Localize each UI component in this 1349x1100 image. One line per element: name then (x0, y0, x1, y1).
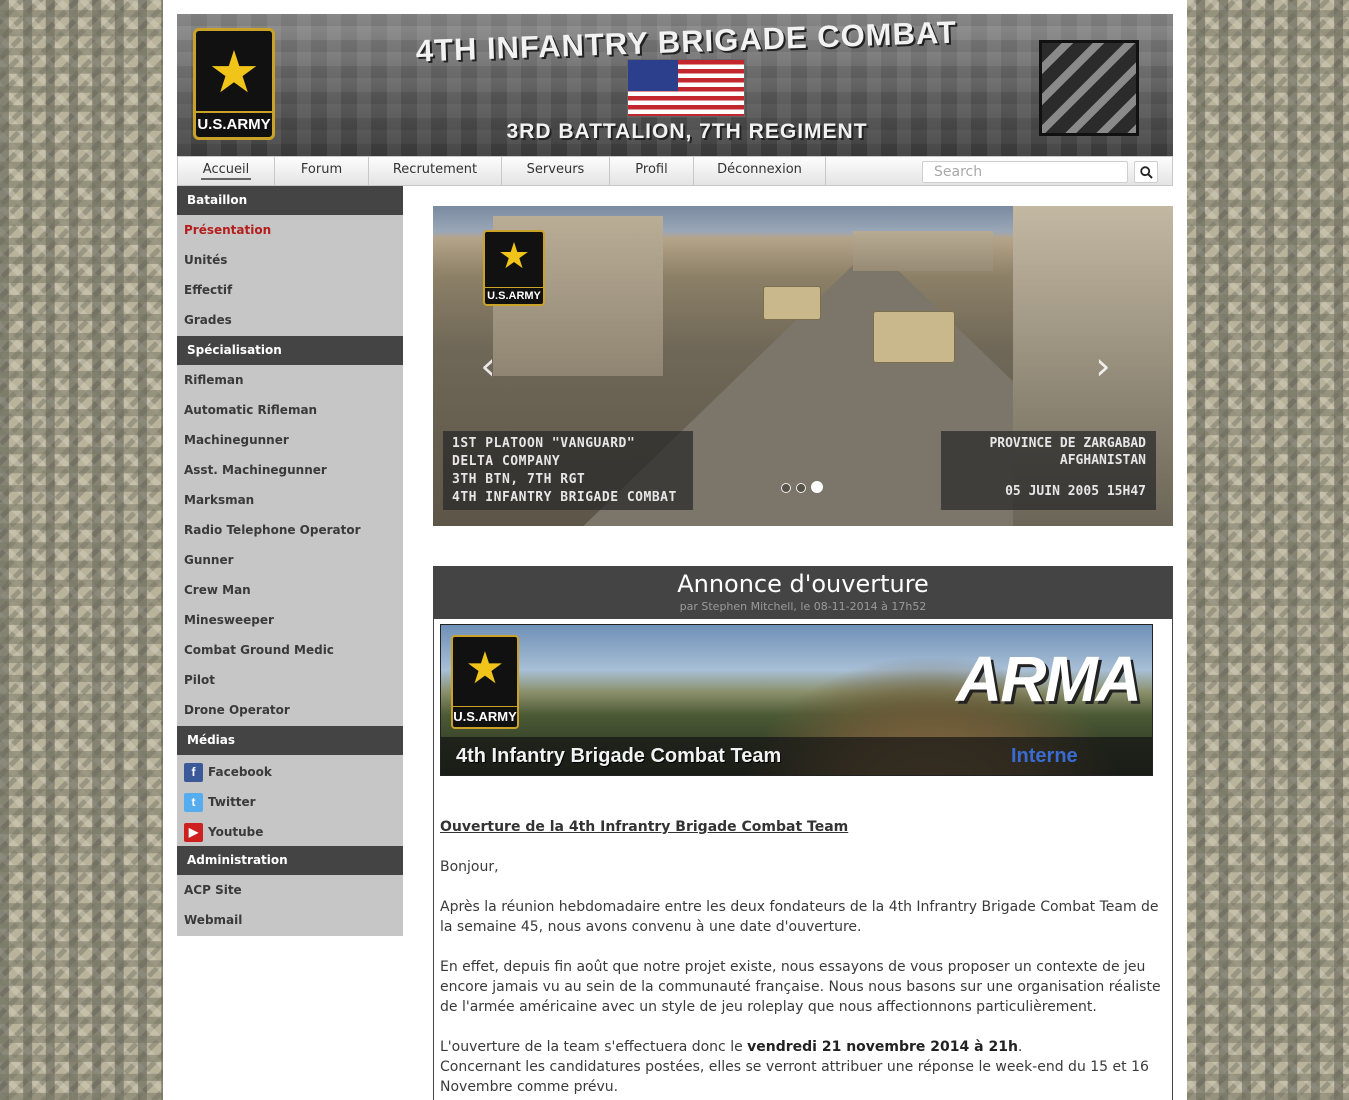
division-patch-icon (1039, 40, 1139, 136)
sidebar-item-presentation[interactable]: Présentation (184, 220, 271, 240)
caption-line: 1ST PLATOON "VANGUARD" (452, 436, 636, 451)
sidebar: Bataillon Présentation Unités Effectif G… (177, 186, 403, 936)
sidebar-section-specialisation: Spécialisation (177, 336, 403, 365)
sidebar-item-pilot[interactable]: Pilot (184, 670, 215, 690)
sidebar-item-rifleman[interactable]: Rifleman (184, 370, 244, 390)
sidebar-item-acp-site[interactable]: ACP Site (184, 880, 242, 900)
sidebar-item-machinegunner[interactable]: Machinegunner (184, 430, 289, 450)
sidebar-item-marksman[interactable]: Marksman (184, 490, 254, 510)
army-star-icon: ★ (465, 643, 505, 694)
sidebar-item-label: Twitter (208, 795, 256, 809)
post-banner-image: ★ U.S.ARMY ARMA 4th Infantry Brigade Com… (440, 624, 1153, 776)
sidebar-item-twitter[interactable]: t Twitter (184, 792, 256, 812)
sidebar-item-gunner[interactable]: Gunner (184, 550, 234, 570)
army-star-icon: ★ (208, 38, 260, 106)
slide-caption-right: PROVINCE DE ZARGABAD AFGHANISTAN 05 JUIN… (941, 431, 1156, 510)
sidebar-item-effectif[interactable]: Effectif (184, 280, 232, 300)
slider-pagination (781, 478, 828, 497)
date-text: L'ouverture de la team s'effectuera donc… (440, 1039, 748, 1055)
slide-army-logo: ★ U.S.ARMY (483, 230, 545, 306)
nav-accueil[interactable]: Accueil (178, 157, 275, 185)
facebook-icon: f (184, 763, 203, 782)
date-text-end: . (1017, 1039, 1023, 1055)
post-header: Annonce d'ouverture par Stephen Mitchell… (434, 567, 1172, 619)
post-paragraph: Concernant les candidatures postées, ell… (440, 1059, 1149, 1095)
caption-line: DELTA COMPANY (452, 454, 561, 469)
banner-logo-text: U.S.ARMY (453, 706, 517, 724)
nav-serveurs[interactable]: Serveurs (502, 157, 610, 185)
page-container: ★ U.S.ARMY 4TH INFANTRY BRIGADE COMBAT T… (163, 0, 1187, 1100)
nav-label: Accueil (200, 162, 252, 180)
nav-forum[interactable]: Forum (275, 157, 369, 185)
search-icon (1140, 166, 1153, 179)
slide-logo-text: U.S.ARMY (485, 287, 543, 302)
nav-recrutement[interactable]: Recrutement (369, 157, 502, 185)
search-button[interactable] (1134, 161, 1158, 183)
slider-next-arrow-icon[interactable]: › (1088, 346, 1118, 386)
sidebar-item-drone-operator[interactable]: Drone Operator (184, 700, 290, 720)
nav-label: Recrutement (392, 162, 478, 177)
arma-logo: ARMA (956, 643, 1142, 715)
slider-dot-active[interactable] (811, 481, 823, 493)
twitter-icon: t (184, 793, 203, 812)
post-paragraph: En effet, depuis fin août que notre proj… (440, 959, 1161, 1015)
caption-line: AFGHANISTAN (1059, 453, 1146, 468)
humvee-vehicle (763, 286, 821, 320)
sidebar-item-youtube[interactable]: ▶ Youtube (184, 822, 263, 842)
sidebar-item-asst-machinegunner[interactable]: Asst. Machinegunner (184, 460, 327, 480)
post-body: Ouverture de la 4th Infrantry Brigade Co… (440, 817, 1164, 1097)
nav-label: Serveurs (526, 162, 585, 177)
caption-line: 05 JUIN 2005 15H47 (1005, 484, 1146, 499)
caption-line: 3TH BTN, 7TH RGT (452, 472, 586, 487)
post-heading: Ouverture de la 4th Infrantry Brigade Co… (440, 819, 849, 835)
post-meta: par Stephen Mitchell, le 08-11-2014 à 17… (679, 600, 927, 613)
banner-army-logo: ★ U.S.ARMY (451, 635, 519, 729)
sidebar-section-bataillon: Bataillon (177, 186, 403, 215)
slider-dot[interactable] (796, 483, 806, 493)
sidebar-item-combat-ground-medic[interactable]: Combat Ground Medic (184, 640, 334, 660)
sidebar-item-radio-telephone-operator[interactable]: Radio Telephone Operator (184, 520, 361, 540)
sidebar-item-crew-man[interactable]: Crew Man (184, 580, 251, 600)
banner-tag: Interne (1011, 745, 1078, 767)
caption-line: 4TH INFANTRY BRIGADE COMBAT (452, 490, 677, 505)
nav-label: Déconnexion (717, 162, 802, 177)
slider-prev-arrow-icon[interactable]: ‹ (473, 346, 503, 386)
nav-profil[interactable]: Profil (610, 157, 694, 185)
us-army-logo[interactable]: ★ U.S.ARMY (193, 28, 275, 140)
image-slider: ★ U.S.ARMY ‹ › 1ST PLATOON "VANGUARD" DE… (433, 206, 1173, 526)
youtube-icon: ▶ (184, 823, 203, 842)
header-banner: ★ U.S.ARMY 4TH INFANTRY BRIGADE COMBAT T… (177, 14, 1173, 156)
sidebar-item-label: Youtube (208, 825, 264, 839)
sidebar-section-medias: Médias (177, 726, 403, 755)
site-subtitle: 3RD BATTALION, 7TH REGIMENT (506, 120, 868, 143)
post-paragraph-date: L'ouverture de la team s'effectuera donc… (440, 1037, 1164, 1057)
sidebar-item-webmail[interactable]: Webmail (184, 910, 242, 930)
slide-caption-left: 1ST PLATOON "VANGUARD" DELTA COMPANY 3TH… (443, 431, 693, 510)
news-post: Annonce d'ouverture par Stephen Mitchell… (433, 566, 1173, 1100)
us-flag-icon (627, 59, 745, 117)
army-logo-text: U.S.ARMY (196, 111, 272, 133)
main-nav: Accueil Forum Recrutement Serveurs Profi… (177, 156, 1173, 186)
nav-deconnexion[interactable]: Déconnexion (694, 157, 826, 185)
slider-dot[interactable] (781, 483, 791, 493)
search-input[interactable] (922, 161, 1128, 183)
sidebar-item-facebook[interactable]: f Facebook (184, 762, 272, 782)
opening-date: vendredi 21 novembre 2014 à 21h (747, 1039, 1018, 1055)
sidebar-item-minesweeper[interactable]: Minesweeper (184, 610, 274, 630)
sidebar-section-administration: Administration (177, 846, 403, 875)
nav-label: Profil (635, 162, 668, 177)
banner-title: 4th Infantry Brigade Combat Team (456, 745, 782, 767)
caption-line: PROVINCE DE ZARGABAD (989, 436, 1146, 451)
sidebar-item-unites[interactable]: Unités (184, 250, 227, 270)
army-star-icon: ★ (497, 236, 531, 277)
sidebar-item-automatic-rifleman[interactable]: Automatic Rifleman (184, 400, 317, 420)
post-paragraph: Après la réunion hebdomadaire entre les … (440, 899, 1159, 935)
post-greeting: Bonjour, (440, 859, 499, 875)
nav-label: Forum (300, 162, 343, 177)
sidebar-item-grades[interactable]: Grades (184, 310, 232, 330)
humvee-vehicle (873, 311, 955, 363)
sidebar-item-label: Facebook (208, 765, 272, 779)
post-title[interactable]: Annonce d'ouverture (434, 570, 1172, 598)
